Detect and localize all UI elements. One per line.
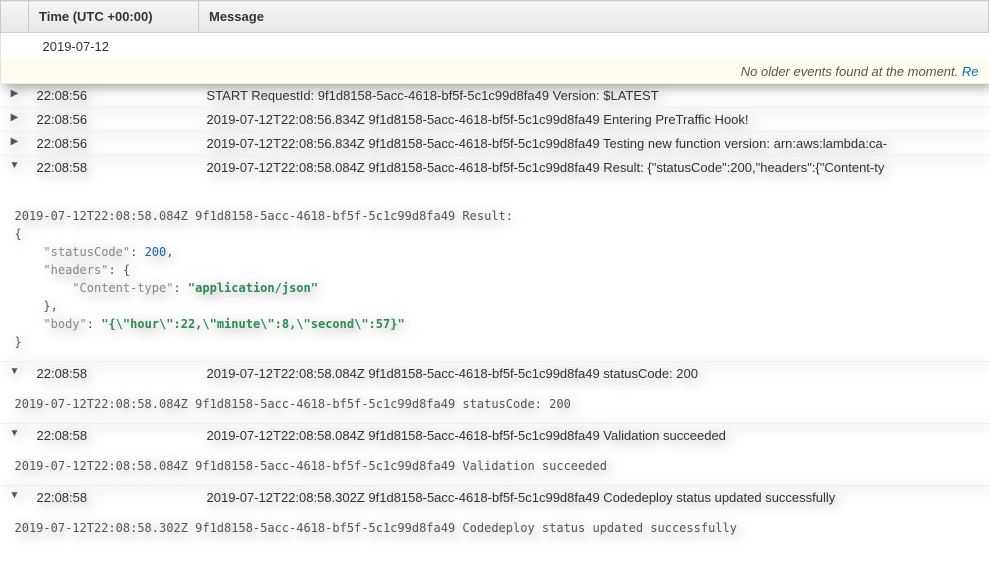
- log-message: 2019-07-12T22:08:56.834Z 9f1d8158-5acc-4…: [199, 132, 989, 156]
- log-time: 22:08:58: [29, 156, 199, 180]
- expanded-plain-detail: 2019-07-12T22:08:58.302Z 9f1d8158-5acc-4…: [1, 509, 989, 547]
- log-time: 22:08:56: [29, 108, 199, 132]
- log-events-table: Time (UTC +00:00) Message 2019-07-12 No …: [0, 0, 989, 547]
- log-row[interactable]: ▼ 22:08:58 2019-07-12T22:08:58.302Z 9f1d…: [1, 486, 989, 510]
- expand-toggle[interactable]: ▼: [1, 362, 29, 386]
- log-row[interactable]: ▼ 22:08:58 2019-07-12T22:08:58.084Z 9f1d…: [1, 362, 989, 386]
- expanded-detail-row: 2019-07-12T22:08:58.302Z 9f1d8158-5acc-4…: [1, 509, 989, 547]
- log-time: 22:08:58: [29, 362, 199, 386]
- log-time: 22:08:58: [29, 424, 199, 448]
- time-column-header[interactable]: Time (UTC +00:00): [29, 1, 199, 33]
- expand-toggle[interactable]: ▼: [1, 156, 29, 180]
- log-message: 2019-07-12T22:08:58.084Z 9f1d8158-5acc-4…: [199, 362, 989, 386]
- date-group-row: 2019-07-12: [1, 33, 989, 61]
- message-column-header[interactable]: Message: [199, 1, 989, 33]
- expander-column-header: [1, 1, 29, 33]
- no-older-events-row: No older events found at the moment. Re: [1, 60, 989, 84]
- expanded-json-detail: 2019-07-12T22:08:58.084Z 9f1d8158-5acc-4…: [1, 179, 989, 362]
- log-row[interactable]: ▼ 22:08:58 2019-07-12T22:08:58.084Z 9f1d…: [1, 424, 989, 448]
- date-group-label: 2019-07-12: [1, 33, 989, 61]
- log-row[interactable]: ▶ 22:08:56 START RequestId: 9f1d8158-5ac…: [1, 84, 989, 108]
- expanded-detail-row: 2019-07-12T22:08:58.084Z 9f1d8158-5acc-4…: [1, 385, 989, 424]
- log-message: START RequestId: 9f1d8158-5acc-4618-bf5f…: [199, 84, 989, 108]
- log-time: 22:08:58: [29, 486, 199, 510]
- log-message: 2019-07-12T22:08:56.834Z 9f1d8158-5acc-4…: [199, 108, 989, 132]
- expanded-plain-detail: 2019-07-12T22:08:58.084Z 9f1d8158-5acc-4…: [1, 385, 989, 424]
- log-time: 22:08:56: [29, 84, 199, 108]
- log-row[interactable]: ▼ 22:08:58 2019-07-12T22:08:58.084Z 9f1d…: [1, 156, 989, 180]
- log-time: 22:08:56: [29, 132, 199, 156]
- retry-link[interactable]: Re: [962, 64, 979, 79]
- expanded-detail-row: 2019-07-12T22:08:58.084Z 9f1d8158-5acc-4…: [1, 447, 989, 486]
- log-message: 2019-07-12T22:08:58.302Z 9f1d8158-5acc-4…: [199, 486, 989, 510]
- expand-toggle[interactable]: ▶: [1, 84, 29, 108]
- log-row[interactable]: ▶ 22:08:56 2019-07-12T22:08:56.834Z 9f1d…: [1, 108, 989, 132]
- notice-text: No older events found at the moment.: [741, 64, 959, 79]
- log-message: 2019-07-12T22:08:58.084Z 9f1d8158-5acc-4…: [199, 424, 989, 448]
- log-row[interactable]: ▶ 22:08:56 2019-07-12T22:08:56.834Z 9f1d…: [1, 132, 989, 156]
- expand-toggle[interactable]: ▶: [1, 108, 29, 132]
- expanded-detail-row: 2019-07-12T22:08:58.084Z 9f1d8158-5acc-4…: [1, 179, 989, 362]
- expand-toggle[interactable]: ▼: [1, 424, 29, 448]
- table-header-row: Time (UTC +00:00) Message: [1, 1, 989, 33]
- expand-toggle[interactable]: ▼: [1, 486, 29, 510]
- expand-toggle[interactable]: ▶: [1, 132, 29, 156]
- expanded-plain-detail: 2019-07-12T22:08:58.084Z 9f1d8158-5acc-4…: [1, 447, 989, 486]
- log-message: 2019-07-12T22:08:58.084Z 9f1d8158-5acc-4…: [199, 156, 989, 180]
